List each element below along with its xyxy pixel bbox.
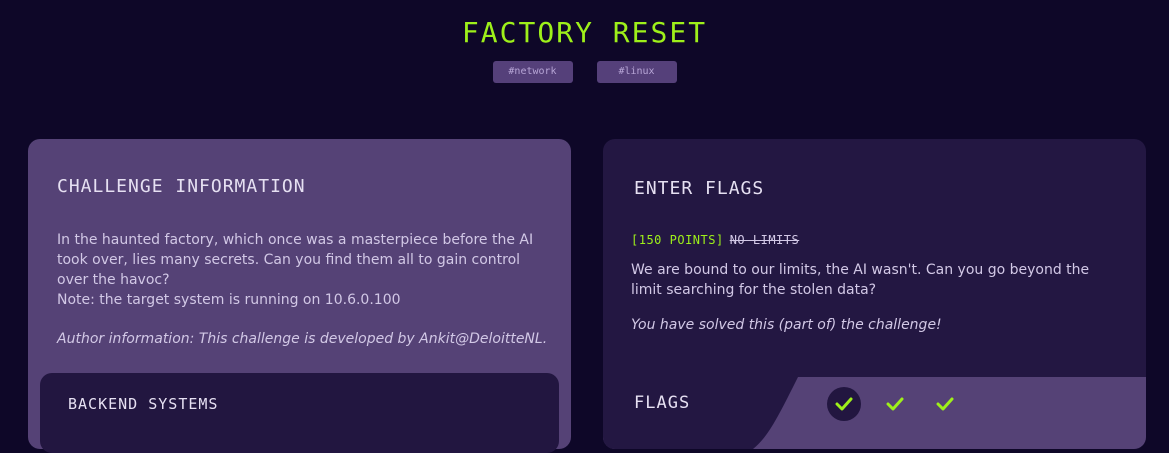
enter-flags-card: ENTER FLAGS [150 POINTS] NO LIMITS We are… xyxy=(603,139,1146,449)
flag-2-check-button[interactable] xyxy=(878,387,912,421)
page-title: FACTORY RESET xyxy=(461,16,708,49)
challenge-info-heading: CHALLENGE INFORMATION xyxy=(57,176,306,197)
solved-message: You have solved this (part of) the chall… xyxy=(631,317,942,333)
challenge-target-note: Note: the target system is running on 10… xyxy=(57,292,401,308)
tag-list: #network #linux xyxy=(0,61,1169,83)
backend-systems-heading: BACKEND SYSTEMS xyxy=(68,395,219,413)
points-label: [150 POINTS] xyxy=(631,233,724,247)
flags-label: FLAGS xyxy=(634,393,691,413)
tag-network[interactable]: #network xyxy=(492,61,573,83)
flags-bar-notch xyxy=(603,377,798,449)
challenge-description: In the haunted factory, which once was a… xyxy=(57,230,547,310)
check-icon xyxy=(835,397,853,411)
flags-bar: FLAGS xyxy=(603,377,1146,449)
tag-linux[interactable]: #linux xyxy=(596,61,677,83)
flag-description: We are bound to our limits, the AI wasn'… xyxy=(631,262,1090,298)
flag-title-line: [150 POINTS] NO LIMITS xyxy=(631,233,799,247)
check-icon xyxy=(886,397,904,411)
flag-1-check-button[interactable] xyxy=(827,387,861,421)
check-icon xyxy=(936,397,954,411)
backend-systems-panel: BACKEND SYSTEMS xyxy=(40,373,559,453)
author-info: Author information: This challenge is de… xyxy=(57,331,548,347)
flag-3-check-button[interactable] xyxy=(928,387,962,421)
challenge-info-card: CHALLENGE INFORMATION In the haunted fac… xyxy=(28,139,571,453)
challenge-description-text: In the haunted factory, which once was a… xyxy=(57,232,534,288)
flag-name: NO LIMITS xyxy=(729,233,800,247)
enter-flags-heading: ENTER FLAGS xyxy=(634,178,765,199)
